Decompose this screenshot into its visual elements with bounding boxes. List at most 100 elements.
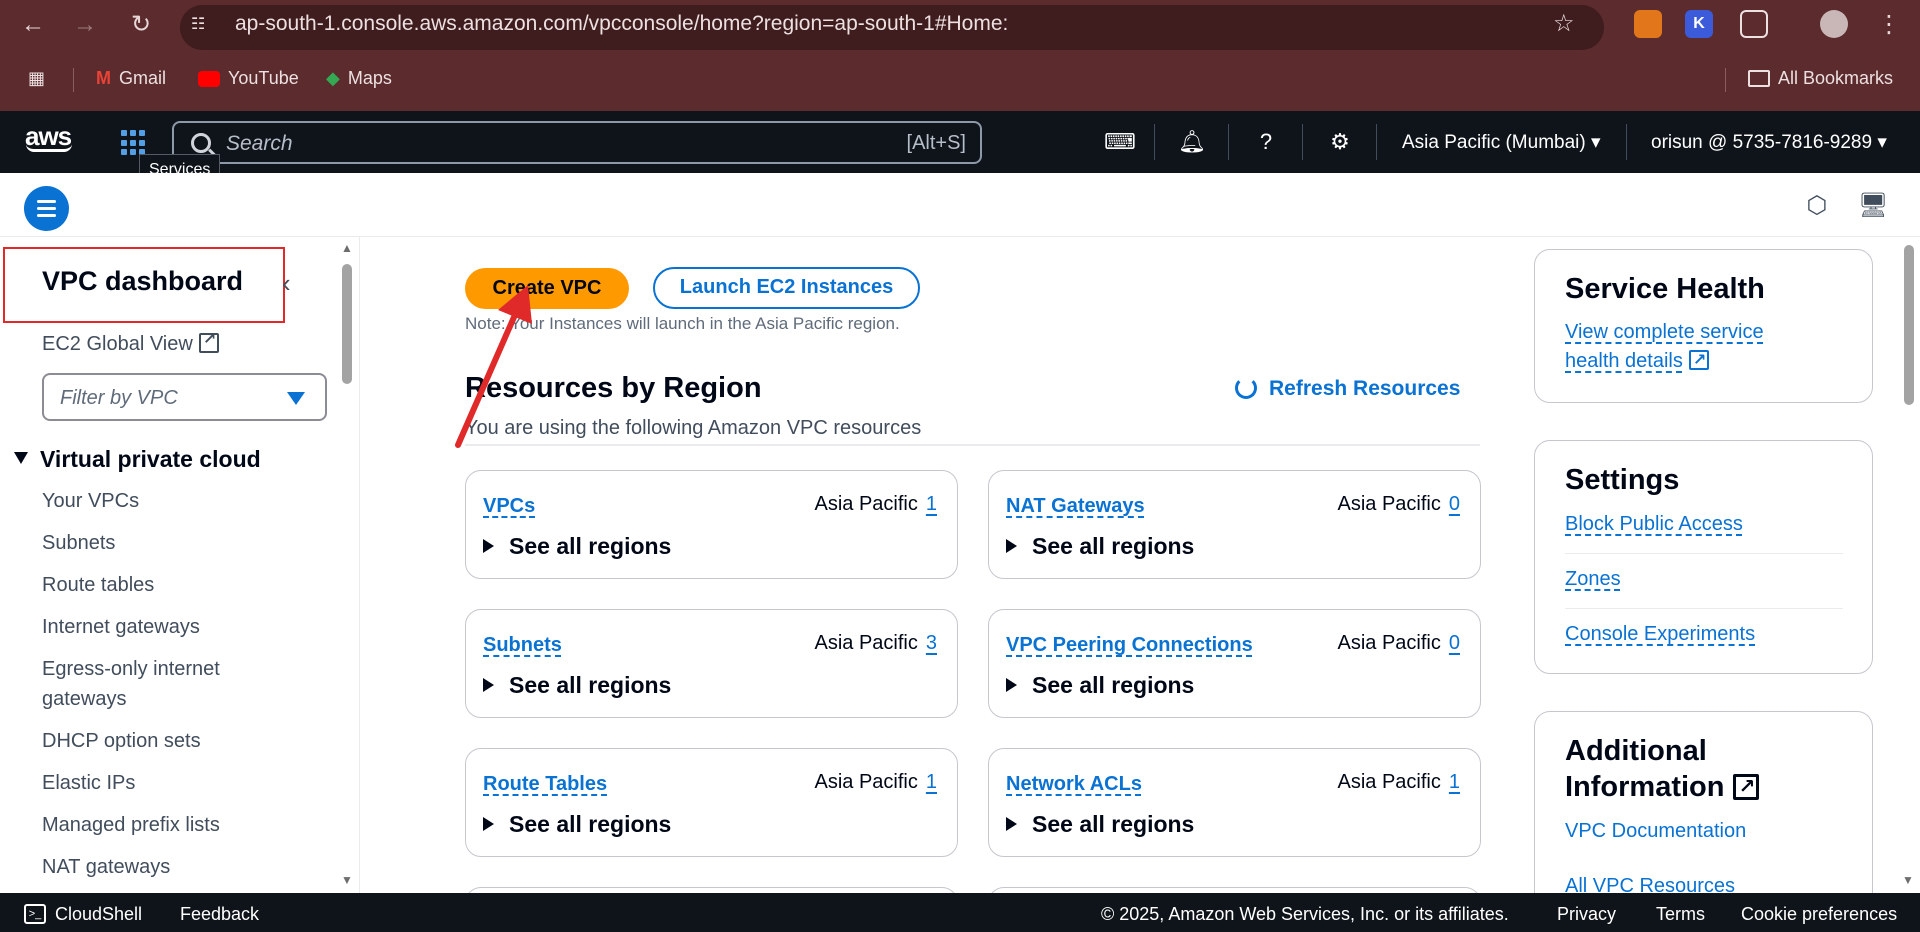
- resource-count[interactable]: 1: [926, 771, 937, 793]
- reload-icon[interactable]: ↻: [126, 10, 156, 40]
- metamask-extension-icon[interactable]: [1634, 10, 1662, 38]
- refresh-resources-button[interactable]: Refresh Resources: [1235, 377, 1460, 401]
- resource-link[interactable]: VPCs: [483, 495, 535, 518]
- sidebar-item-subnets[interactable]: Subnets: [42, 532, 115, 555]
- profile-avatar[interactable]: [1820, 10, 1848, 38]
- main-scrollbar-thumb[interactable]: [1904, 245, 1914, 405]
- sidebar-item-elastic-ips[interactable]: Elastic IPs: [42, 772, 135, 795]
- account-menu[interactable]: orisun @ 5735-7816-9289 ▾: [1651, 131, 1887, 154]
- services-grid-icon[interactable]: [121, 130, 147, 156]
- resource-region-count: Asia Pacific 3: [815, 632, 938, 655]
- settings-gear-icon[interactable]: ⚙: [1326, 128, 1354, 156]
- panel-title: Service Health: [1565, 273, 1765, 305]
- region-label: Asia Pacific: [814, 493, 918, 515]
- resource-card-vpc-peering: VPC Peering Connections Asia Pacific 0 Se…: [988, 609, 1481, 718]
- service-health-panel: Service Health View complete service hea…: [1534, 249, 1873, 403]
- bookmark-star-icon[interactable]: ☆: [1553, 9, 1575, 38]
- site-info-icon[interactable]: ☷: [191, 14, 221, 36]
- sidebar-item-route-tables[interactable]: Route tables: [42, 574, 154, 597]
- extensions-puzzle-icon[interactable]: [1740, 10, 1768, 38]
- external-link-icon: [1732, 769, 1759, 805]
- caret-right-icon: [1006, 539, 1017, 553]
- console-experiments-link[interactable]: Console Experiments: [1565, 620, 1755, 649]
- section-label: Virtual private cloud: [40, 446, 261, 472]
- cookie-preferences-link[interactable]: Cookie preferences: [1741, 904, 1897, 925]
- caret-right-icon: [483, 539, 494, 553]
- sidebar-item-internet-gateways[interactable]: Internet gateways: [42, 616, 200, 639]
- section-virtual-private-cloud[interactable]: Virtual private cloud: [14, 446, 261, 473]
- resource-count[interactable]: 1: [926, 493, 937, 515]
- see-all-regions-toggle[interactable]: See all regions: [1006, 672, 1194, 699]
- cloudshell-icon[interactable]: >_: [24, 904, 46, 924]
- sidebar-title[interactable]: VPC dashboard: [42, 266, 243, 297]
- collapse-sidebar-icon[interactable]: ‹: [282, 268, 291, 299]
- q-assistant-icon[interactable]: ⬡: [1802, 191, 1832, 221]
- search-input[interactable]: Search [Alt+S]: [172, 121, 982, 164]
- filter-by-vpc-select[interactable]: Filter by VPC: [42, 373, 327, 421]
- see-all-regions-toggle[interactable]: See all regions: [483, 672, 671, 699]
- see-all-regions-toggle[interactable]: See all regions: [483, 533, 671, 560]
- nav-separator: [1228, 124, 1229, 160]
- console-footer: [0, 893, 1920, 932]
- resource-count[interactable]: 0: [1449, 632, 1460, 654]
- block-public-access-link[interactable]: Block Public Access: [1565, 510, 1743, 539]
- sidebar-item-nat-gateways[interactable]: NAT gateways: [42, 856, 170, 879]
- bookmark-maps[interactable]: ◆ Maps: [326, 68, 392, 89]
- vpc-documentation-link[interactable]: VPC Documentation: [1565, 820, 1746, 843]
- terms-link[interactable]: Terms: [1656, 904, 1705, 925]
- forward-icon[interactable]: →: [70, 10, 100, 40]
- resource-card-network-acls: Network ACLs Asia Pacific 1 See all regio…: [988, 748, 1481, 857]
- main-scroll-down-arrow-icon[interactable]: ▼: [1902, 873, 1914, 887]
- resource-count[interactable]: 1: [1449, 771, 1460, 793]
- zones-link[interactable]: Zones: [1565, 565, 1621, 594]
- resource-link[interactable]: Network ACLs: [1006, 773, 1142, 796]
- back-icon[interactable]: ←: [18, 10, 48, 40]
- url-text[interactable]: ap-south-1.console.aws.amazon.com/vpccon…: [235, 12, 1008, 36]
- resource-link[interactable]: VPC Peering Connections: [1006, 634, 1253, 657]
- resource-link[interactable]: Subnets: [483, 634, 562, 657]
- title-label: Information: [1565, 771, 1725, 803]
- feedback-link[interactable]: Feedback: [180, 904, 259, 925]
- feedback-screen-icon[interactable]: 🖥︎: [1858, 191, 1888, 221]
- see-all-regions-toggle[interactable]: See all regions: [1006, 533, 1194, 560]
- region-label: Asia Pacific (Mumbai): [1402, 132, 1586, 153]
- see-all-regions-toggle[interactable]: See all regions: [1006, 811, 1194, 838]
- all-bookmarks[interactable]: All Bookmarks: [1748, 68, 1893, 89]
- sidebar-item-egress-only-gateways[interactable]: Egress-only internet: [42, 658, 220, 681]
- apps-grid-icon[interactable]: ▦: [28, 68, 45, 89]
- help-icon[interactable]: ?: [1252, 128, 1280, 156]
- view-service-health-link[interactable]: View complete service: [1565, 318, 1764, 347]
- sidebar-item-managed-prefix-lists[interactable]: Managed prefix lists: [42, 814, 220, 837]
- resource-link[interactable]: Route Tables: [483, 773, 607, 796]
- sidebar-item-dhcp-option-sets[interactable]: DHCP option sets: [42, 730, 201, 753]
- caret-right-icon: [1006, 678, 1017, 692]
- resource-count[interactable]: 3: [926, 632, 937, 654]
- resource-card-subnets: Subnets Asia Pacific 3 See all regions: [465, 609, 958, 718]
- account-label: orisun @ 5735-7816-9289: [1651, 132, 1873, 153]
- resource-count[interactable]: 0: [1449, 493, 1460, 515]
- sidebar-item-egress-only-gateways-line2[interactable]: gateways: [42, 688, 127, 711]
- launch-ec2-instances-button[interactable]: Launch EC2 Instances: [653, 267, 920, 309]
- bookmark-gmail[interactable]: M Gmail: [96, 68, 166, 89]
- cloudshell-icon[interactable]: ⌨: [1104, 128, 1136, 156]
- sidebar-item-your-vpcs[interactable]: Your VPCs: [42, 490, 139, 513]
- sidebar-item-ec2-global-view[interactable]: EC2 Global View: [42, 329, 219, 356]
- see-all-regions-toggle[interactable]: See all regions: [483, 811, 671, 838]
- cloudshell-link[interactable]: CloudShell: [55, 904, 142, 925]
- panel-divider: [1565, 608, 1843, 609]
- region-selector[interactable]: Asia Pacific (Mumbai) ▾: [1402, 131, 1601, 154]
- privacy-link[interactable]: Privacy: [1557, 904, 1616, 925]
- refresh-label: Refresh Resources: [1269, 377, 1461, 400]
- side-nav-toggle-icon[interactable]: [24, 186, 69, 231]
- scroll-down-arrow-icon[interactable]: ▼: [341, 873, 353, 887]
- k-extension-icon[interactable]: K: [1685, 10, 1713, 38]
- view-service-health-link-line2[interactable]: health details: [1565, 346, 1709, 376]
- gmail-icon: M: [96, 68, 111, 88]
- scroll-up-arrow-icon[interactable]: ▲: [341, 241, 353, 255]
- sidebar-item-label: EC2 Global View: [42, 333, 193, 355]
- resource-link[interactable]: NAT Gateways: [1006, 495, 1145, 518]
- sidebar-scrollbar-thumb[interactable]: [342, 264, 352, 384]
- bookmark-youtube[interactable]: YouTube: [198, 68, 299, 89]
- notifications-bell-icon[interactable]: 🔔︎: [1178, 128, 1206, 156]
- browser-menu-icon[interactable]: ⋮: [1874, 10, 1904, 40]
